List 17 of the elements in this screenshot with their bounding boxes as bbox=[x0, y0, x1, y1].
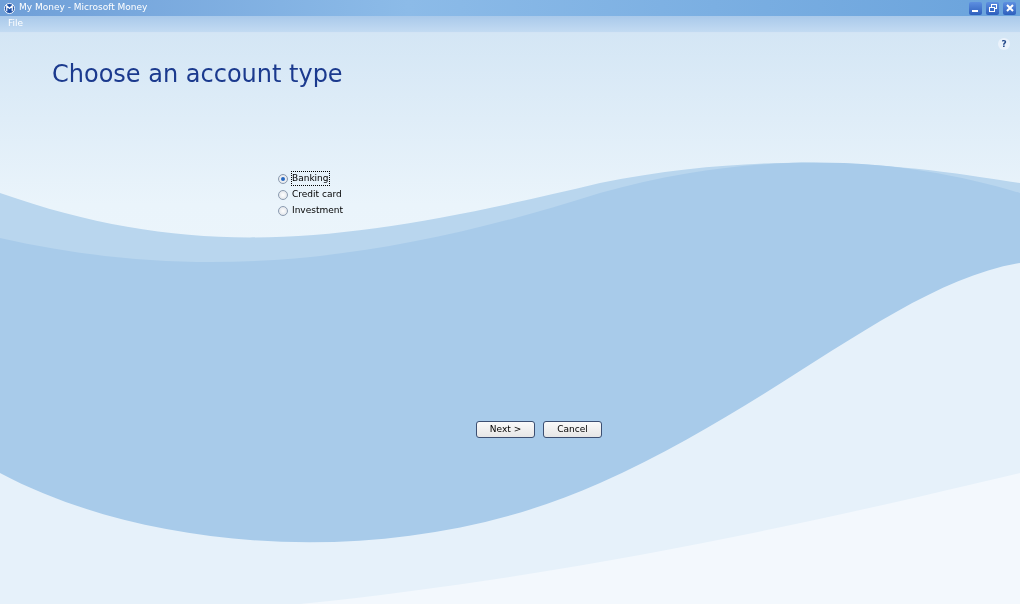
app-icon bbox=[4, 2, 15, 14]
radio-button[interactable] bbox=[278, 205, 288, 216]
cancel-button[interactable]: Cancel bbox=[543, 421, 602, 438]
close-button[interactable] bbox=[1003, 1, 1016, 15]
radio-button[interactable] bbox=[278, 173, 288, 184]
option-label[interactable]: Investment bbox=[292, 204, 343, 217]
option-label[interactable]: Banking bbox=[292, 172, 329, 185]
page-heading: Choose an account type bbox=[52, 59, 343, 89]
close-icon bbox=[1005, 4, 1014, 12]
minimize-button[interactable] bbox=[969, 1, 982, 15]
restore-icon bbox=[988, 4, 997, 12]
help-button[interactable]: ? bbox=[998, 38, 1010, 50]
window-title: My Money - Microsoft Money bbox=[19, 1, 148, 15]
restore-button[interactable] bbox=[986, 1, 999, 15]
radio-button[interactable] bbox=[278, 189, 288, 200]
next-button[interactable]: Next > bbox=[476, 421, 535, 438]
option-label[interactable]: Credit card bbox=[292, 188, 342, 201]
